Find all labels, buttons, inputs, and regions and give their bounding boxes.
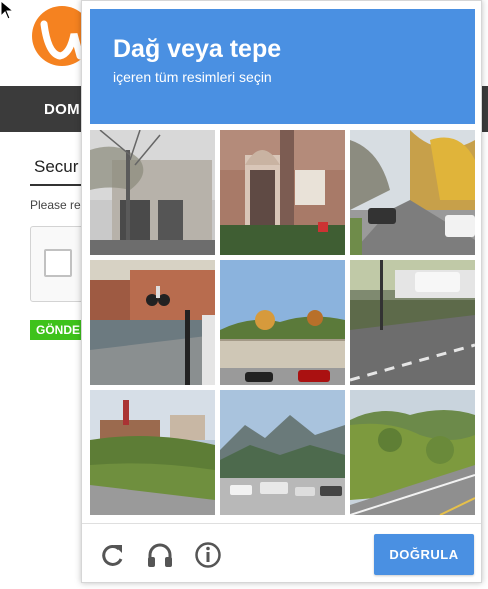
tile-image-street-building <box>90 130 215 255</box>
image-grid <box>90 130 475 515</box>
cursor-arrow-icon <box>0 0 14 20</box>
tile-image-hill-fence <box>220 260 345 385</box>
image-tile[interactable] <box>220 130 345 255</box>
image-tile[interactable] <box>350 390 475 515</box>
info-icon[interactable] <box>194 541 222 569</box>
tile-image-hillside-buildings <box>90 390 215 515</box>
image-tile[interactable] <box>90 130 215 255</box>
headphones-icon[interactable] <box>146 541 174 569</box>
tile-image-empty-road <box>350 260 475 385</box>
image-tile[interactable] <box>350 130 475 255</box>
challenge-header: Dağ veya tepe içeren tüm resimleri seçin <box>90 9 475 124</box>
image-tile[interactable] <box>220 390 345 515</box>
footer-divider <box>82 523 481 524</box>
image-tile[interactable] <box>220 260 345 385</box>
challenge-subtitle: içeren tüm resimleri seçin <box>113 69 272 85</box>
image-tile[interactable] <box>90 390 215 515</box>
tile-image-mountains-parking <box>220 390 345 515</box>
instruction-text: Please re <box>30 198 81 212</box>
tile-image-suburban-street <box>350 130 475 255</box>
image-tile[interactable] <box>350 260 475 385</box>
challenge-title: Dağ veya tepe <box>113 35 282 63</box>
image-tile[interactable] <box>90 260 215 385</box>
tile-image-grassy-hill-road <box>350 390 475 515</box>
security-title: Secur <box>34 157 79 176</box>
tile-image-brick-house <box>220 130 345 255</box>
recaptcha-checkbox[interactable] <box>44 249 72 277</box>
image-challenge-dialog: Dağ veya tepe içeren tüm resimleri seçin <box>81 0 482 583</box>
nav-item[interactable]: DOM <box>44 101 80 118</box>
verify-button[interactable]: DOĞRULA <box>374 534 474 575</box>
tile-image-cyclist-sidewalk <box>90 260 215 385</box>
reload-icon[interactable] <box>99 541 127 569</box>
